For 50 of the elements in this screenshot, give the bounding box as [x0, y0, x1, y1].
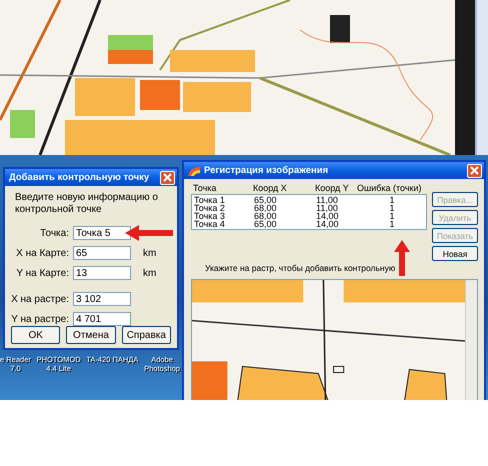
table-cell-text: 1 — [388, 204, 396, 212]
table-cell-text: 68,00 — [254, 204, 278, 212]
field-label: Точка: — [39, 228, 69, 238]
table-cell-text: 65,00 — [254, 220, 278, 228]
table-cell-text: 11,00 — [316, 196, 339, 204]
field-label: X на Карте: — [15, 248, 69, 258]
close-icon — [470, 166, 479, 175]
table-cell-text: Точка 3 — [194, 212, 226, 220]
side-button[interactable]: Новая — [432, 246, 478, 261]
table-cell-text: 14,00 — [316, 220, 340, 228]
points-list[interactable]: Точка 1 65,00 11,00 1 Точка 2 68,00 11,00 1 Точка 3 68,00 14,00 1 Точка 4 65,00 14,00 1 — [191, 194, 427, 230]
close-icon — [163, 173, 172, 182]
table-cell-text: 68,00 — [254, 212, 278, 220]
table-cell-text: 65,00 — [254, 196, 278, 204]
window-title: Добавить контрольную точку — [9, 172, 150, 183]
table-cell-text: Точка 4 — [194, 220, 226, 228]
arrow-icon — [394, 240, 410, 276]
hint-text: Укажите на растр, чтобы добавить контрольную — [205, 263, 396, 273]
close-button[interactable] — [160, 170, 175, 184]
table-cell-text: Точка 1 — [194, 196, 226, 204]
input-field[interactable]: 4 701 — [73, 312, 131, 326]
column-header: Коорд Y — [315, 184, 350, 192]
input-field[interactable]: Точка 5 — [73, 226, 131, 240]
scrollbar[interactable] — [465, 280, 477, 400]
table-cell-text: 11,00 — [316, 204, 338, 212]
table-cell-text: 1 — [388, 212, 396, 220]
field-label: X на растре: — [11, 294, 69, 304]
prompt-text: Введите новую информацию о контрольной точке — [15, 192, 159, 216]
field-label: Y на растре: — [11, 314, 69, 324]
table-cell-text: 1 — [388, 220, 396, 228]
column-header: Точка — [193, 184, 218, 192]
field-label: Y на Карте: — [15, 268, 69, 278]
dialog-button[interactable]: Отмена — [66, 326, 116, 344]
unit-label: km — [143, 268, 158, 278]
table-cell-text: 1 — [388, 196, 396, 204]
table-cell-text: 14,00 — [316, 212, 340, 220]
column-header: Ошибка (точки) — [357, 184, 423, 192]
dialog-button[interactable]: Справка — [122, 326, 171, 344]
column-header: Коорд X — [253, 184, 288, 192]
dialog-button[interactable]: OK — [11, 326, 60, 344]
scrollbar[interactable] — [475, 0, 488, 155]
app-icon — [188, 166, 200, 176]
arrow-icon — [125, 225, 173, 241]
unit-label: km — [143, 248, 158, 258]
input-field[interactable]: 65 — [73, 246, 131, 260]
table-cell-text: Точка 2 — [194, 204, 226, 212]
window-title: Регистрация изображения — [204, 165, 330, 176]
input-field[interactable]: 3 102 — [73, 292, 131, 306]
input-field[interactable]: 13 — [73, 266, 131, 280]
close-button[interactable] — [467, 164, 482, 178]
